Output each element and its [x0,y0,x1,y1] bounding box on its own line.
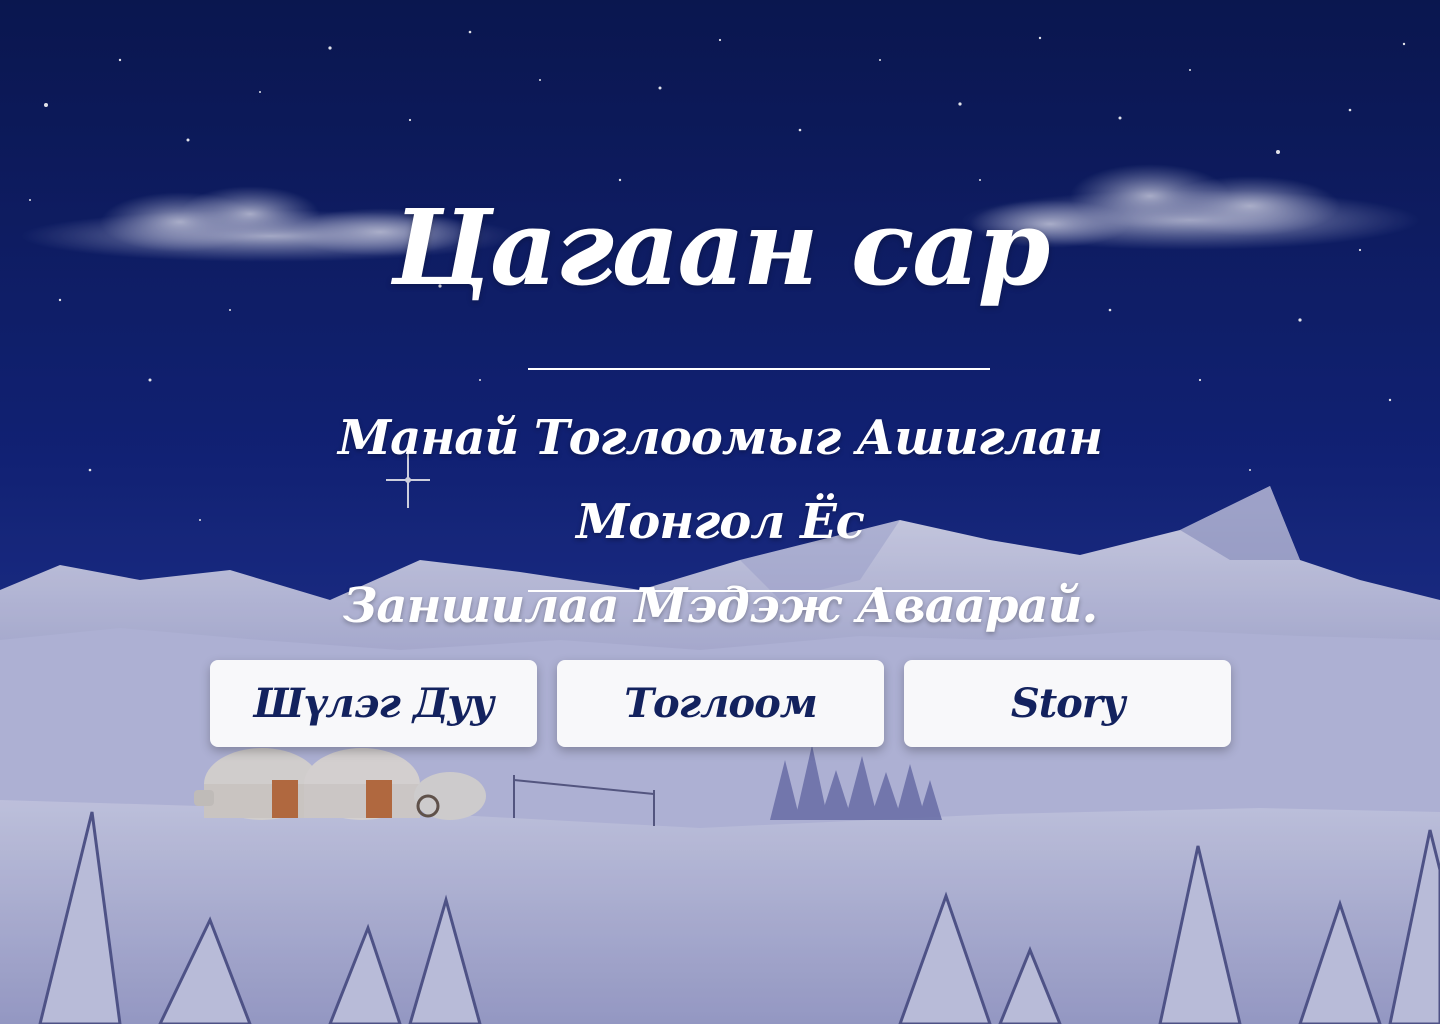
hero-subtitle: Манай Тоглоомыг Ашиглан Монгол Ёс Заншил… [260,396,1180,648]
game-button[interactable]: Тоглоом [557,660,884,747]
story-button[interactable]: Story [904,660,1231,747]
nav-buttons: Шүлэг Дуу Тоглоом Story [210,660,1231,747]
poems-songs-button[interactable]: Шүлэг Дуу [210,660,537,747]
page-title: Цагаан сар [391,186,1051,309]
hero-section: Цагаан сар Манай Тоглоомыг Ашиглан Монго… [0,0,1440,1024]
subtitle-line-1: Манай Тоглоомыг Ашиглан Монгол Ёс [337,410,1103,550]
subtitle-line-2: Заншилаа Мэдэж Аваарай. [342,578,1098,634]
divider-top [528,368,990,370]
divider-bottom [528,590,990,592]
